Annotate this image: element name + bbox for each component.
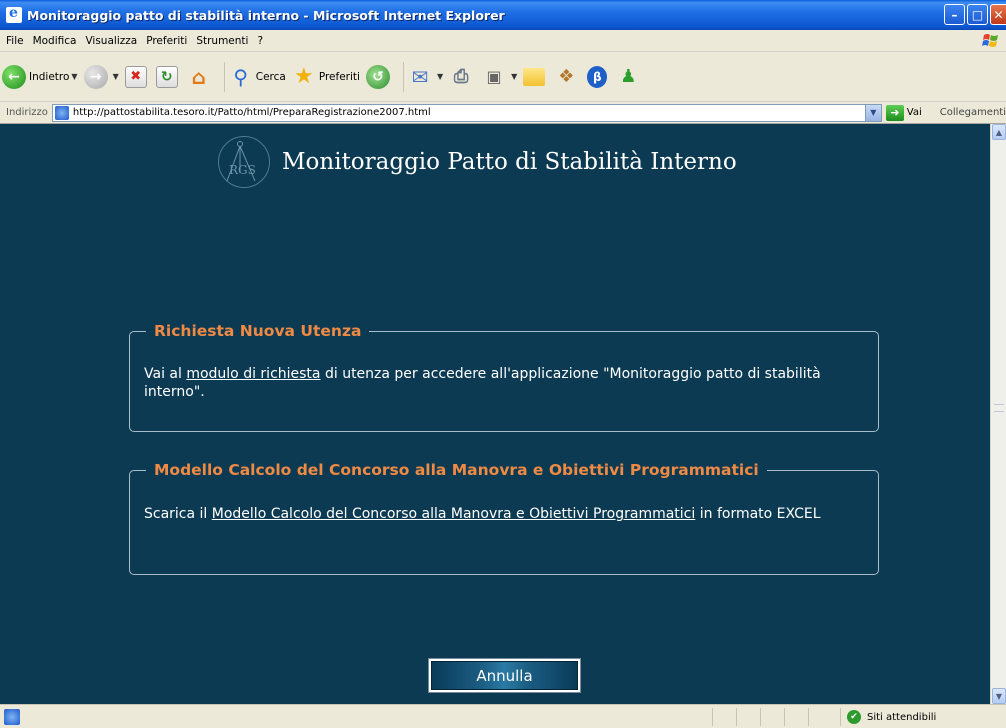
stop-icon: ✖ (124, 65, 147, 88)
page-status-icon (4, 708, 20, 725)
go-arrow-icon: ➜ (885, 104, 904, 121)
scroll-grip (994, 404, 1004, 412)
menu-help[interactable]: ? (255, 35, 270, 47)
favorites-button[interactable]: ★ Preferiti (292, 64, 360, 89)
status-cell (712, 708, 736, 726)
research-button[interactable]: ❖ (554, 65, 581, 89)
discuss-button[interactable] (523, 67, 548, 86)
close-button[interactable]: ✕ (990, 4, 1006, 25)
page-viewport: RGS Monitoraggio Patto di Stabilità Inte… (0, 124, 990, 704)
logo-text: RGS (229, 163, 256, 177)
links-button[interactable]: Collegamenti (940, 107, 1006, 118)
vertical-scrollbar[interactable]: ▲ ▼ (990, 124, 1006, 704)
scroll-up-icon[interactable]: ▲ (992, 124, 1006, 140)
bluetooth-icon: β (587, 65, 608, 88)
menu-strumenti[interactable]: Strumenti (194, 35, 255, 47)
window-controls: – □ ✕ (944, 4, 1006, 25)
research-icon: ❖ (558, 66, 575, 87)
status-cell (760, 708, 784, 726)
page-title: Monitoraggio Patto di Stabilità Interno (282, 149, 737, 175)
edit-icon: ▣ (486, 67, 502, 86)
rgs-logo: RGS (218, 136, 270, 188)
status-cells (712, 708, 832, 726)
cancel-button[interactable]: Annulla (428, 658, 581, 693)
toolbar-separator (223, 61, 225, 92)
refresh-button[interactable]: ↻ (155, 65, 181, 88)
address-dropdown-icon[interactable]: ▼ (864, 104, 881, 121)
minimize-button[interactable]: – (944, 4, 965, 25)
status-cell (808, 708, 832, 726)
home-button[interactable]: ⌂ (187, 65, 214, 89)
page-icon (54, 105, 69, 120)
box2-text-before: Scarica il (144, 506, 212, 522)
menu-modifica[interactable]: Modifica (31, 35, 84, 47)
status-cell (784, 708, 808, 726)
windows-logo-icon (982, 34, 998, 47)
search-label: Cerca (255, 70, 286, 83)
status-cell (736, 708, 760, 726)
toolbar: ← Indietro ▼ → ▼ ✖ ↻ ⌂ ⚲ Cerca ★ Preferi… (0, 52, 1006, 102)
history-button[interactable]: ↺ (365, 64, 393, 89)
address-url: http://pattostabilita.tesoro.it/Patto/ht… (72, 107, 431, 118)
request-form-link[interactable]: modulo di richiesta (186, 366, 320, 382)
window-title-bar: Monitoraggio patto di stabilità interno … (0, 0, 1006, 30)
status-bar: ✔ Siti attendibili (0, 704, 1006, 728)
menu-preferiti[interactable]: Preferiti (144, 35, 194, 47)
messenger-button[interactable]: ♟ (616, 65, 643, 89)
address-bar: Indirizzo http://pattostabilita.tesoro.i… (0, 102, 1006, 124)
menu-bar: File Modifica Visualizza Preferiti Strum… (0, 30, 1006, 52)
box2-text-after: in formato EXCEL (695, 506, 821, 522)
window-title: Monitoraggio patto di stabilità interno … (27, 7, 505, 23)
calculation-model-legend: Modello Calcolo del Concorso alla Manovr… (154, 461, 759, 479)
forward-dropdown-icon[interactable]: ▼ (113, 72, 119, 81)
menu-visualizza[interactable]: Visualizza (83, 35, 144, 47)
go-button[interactable]: ➜ Vai (885, 104, 922, 121)
favorites-star-icon: ★ (293, 64, 314, 89)
address-input[interactable]: http://pattostabilita.tesoro.it/Patto/ht… (51, 103, 882, 122)
forward-button[interactable]: → ▼ (83, 64, 119, 89)
calculation-model-text: Scarica il Modello Calcolo del Concorso … (130, 479, 878, 523)
mail-dropdown-icon[interactable]: ▼ (437, 72, 443, 81)
search-icon: ⚲ (233, 64, 249, 89)
history-icon: ↺ (365, 64, 390, 89)
messenger-icon: ♟ (620, 66, 637, 87)
cancel-button-label: Annulla (431, 661, 578, 690)
folder-icon (523, 67, 546, 86)
go-label: Vai (906, 107, 922, 118)
address-label: Indirizzo (6, 107, 48, 118)
calculation-model-section: Modello Calcolo del Concorso alla Manovr… (129, 461, 879, 575)
edit-dropdown-icon[interactable]: ▼ (511, 72, 517, 81)
maximize-button[interactable]: □ (967, 4, 988, 25)
favorites-label: Preferiti (318, 70, 360, 83)
security-zone[interactable]: ✔ Siti attendibili (840, 708, 936, 726)
toolbar-separator (402, 61, 404, 92)
mail-button[interactable]: ✉ ▼ (408, 64, 444, 89)
calculation-model-link[interactable]: Modello Calcolo del Concorso alla Manovr… (212, 506, 696, 522)
ie-icon (6, 5, 22, 23)
back-arrow-icon: ← (2, 64, 26, 89)
new-user-request-legend: Richiesta Nuova Utenza (154, 322, 362, 340)
box1-text-before: Vai al (144, 366, 187, 382)
print-button[interactable]: ⎙ (449, 65, 476, 89)
security-zone-label: Siti attendibili (867, 711, 937, 723)
back-dropdown-icon[interactable]: ▼ (71, 72, 77, 81)
new-user-request-text: Vai al modulo di richiesta di utenza per… (130, 340, 878, 401)
home-icon: ⌂ (191, 64, 206, 89)
mail-icon: ✉ (411, 64, 429, 89)
page-header: RGS Monitoraggio Patto di Stabilità Inte… (218, 136, 737, 188)
back-button[interactable]: ← Indietro ▼ (2, 64, 78, 89)
back-label: Indietro (29, 70, 70, 83)
edit-button[interactable]: ▣ ▼ (482, 65, 518, 89)
stop-button[interactable]: ✖ (124, 65, 150, 88)
forward-arrow-icon: → (83, 64, 108, 89)
scroll-down-icon[interactable]: ▼ (992, 688, 1006, 704)
refresh-icon: ↻ (155, 65, 178, 88)
menu-file[interactable]: File (4, 35, 31, 47)
search-button[interactable]: ⚲ Cerca (229, 64, 286, 89)
bluetooth-button[interactable]: β (587, 65, 610, 88)
trusted-zone-check-icon: ✔ (847, 710, 861, 724)
print-icon: ⎙ (453, 66, 469, 87)
new-user-request-section: Richiesta Nuova Utenza Vai al modulo di … (129, 322, 879, 432)
